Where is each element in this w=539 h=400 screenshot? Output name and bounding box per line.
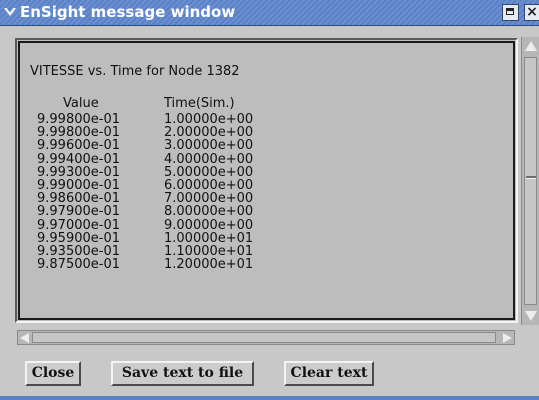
row-time: 2.00000e+00 xyxy=(164,125,254,141)
scroll-right-icon[interactable] xyxy=(503,333,512,343)
row-value: 9.99400e-01 xyxy=(37,151,120,167)
row-value: 9.99000e-01 xyxy=(37,178,120,193)
message-heading: VITESSE vs. Time for Node 1382 xyxy=(30,64,240,79)
horizontal-scrollbar[interactable] xyxy=(17,330,515,345)
row-value: 9.97900e-01 xyxy=(37,204,120,220)
maximize-icon[interactable] xyxy=(502,4,519,21)
row-value: 9.95900e-01 xyxy=(37,230,120,246)
row-value: 9.93500e-01 xyxy=(37,244,120,259)
scroll-up-icon[interactable] xyxy=(525,41,537,51)
row-value: 9.97000e-01 xyxy=(37,217,120,233)
message-text-border: VITESSE vs. Time for Node 1382 Value Tim… xyxy=(18,41,515,320)
row-value: 9.98600e-01 xyxy=(37,191,120,207)
row-time: 3.00000e+00 xyxy=(164,138,254,154)
row-value: 9.99300e-01 xyxy=(37,164,120,180)
row-time: 9.00000e+00 xyxy=(164,217,254,233)
scroll-grip-icon xyxy=(526,176,536,179)
row-time: 8.00000e+00 xyxy=(164,204,254,220)
row-time: 1.10000e+01 xyxy=(164,244,254,259)
vertical-scroll-thumb[interactable] xyxy=(524,57,537,305)
horizontal-scroll-thumb[interactable] xyxy=(32,332,496,343)
row-time: 1.00000e+00 xyxy=(164,112,254,127)
close-button[interactable]: Close xyxy=(25,361,81,386)
row-value: 9.99800e-01 xyxy=(37,125,120,141)
row-time: 5.00000e+00 xyxy=(164,164,254,180)
row-value: 9.87500e-01 xyxy=(37,257,120,273)
column-header-time: Time(Sim.) xyxy=(164,96,235,111)
column-header-value: Value xyxy=(63,96,99,111)
row-time: 6.00000e+00 xyxy=(164,178,254,193)
row-value: 9.99800e-01 xyxy=(37,112,120,127)
row-time: 1.20000e+01 xyxy=(164,257,254,273)
clear-text-button[interactable]: Clear text xyxy=(284,361,374,386)
chevron-down-icon[interactable] xyxy=(3,5,17,19)
scroll-left-icon[interactable] xyxy=(20,333,29,343)
title-bar[interactable]: EnSight message window × xyxy=(0,0,539,26)
save-text-to-file-button[interactable]: Save text to file xyxy=(111,361,254,386)
window-title: EnSight message window xyxy=(20,3,236,21)
row-value: 9.99600e-01 xyxy=(37,138,120,154)
scroll-down-icon[interactable] xyxy=(525,311,537,321)
row-time: 7.00000e+00 xyxy=(164,191,254,207)
message-text-area[interactable]: VITESSE vs. Time for Node 1382 Value Tim… xyxy=(15,38,518,323)
row-time: 4.00000e+00 xyxy=(164,151,254,167)
window-bottom-edge xyxy=(0,396,539,400)
vertical-scrollbar[interactable] xyxy=(521,37,539,325)
row-time: 1.00000e+01 xyxy=(164,230,254,246)
close-icon[interactable]: × xyxy=(524,4,539,21)
